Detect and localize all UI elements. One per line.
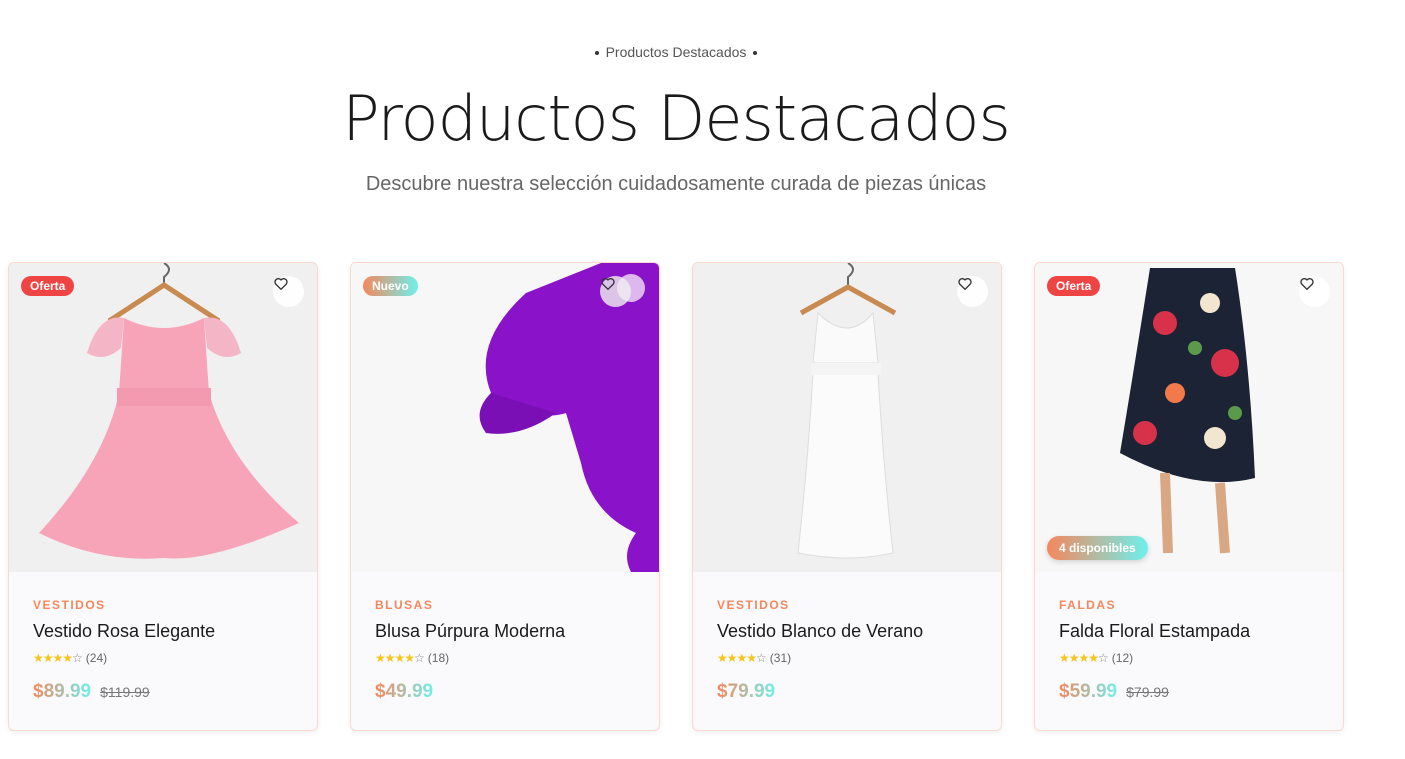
- heart-icon: [958, 278, 972, 290]
- section-eyebrow: Productos Destacados: [0, 44, 1352, 60]
- page-subtitle: Descubre nuestra selección cuidadosament…: [365, 173, 987, 195]
- product-name[interactable]: Vestido Blanco de Verano: [717, 621, 977, 642]
- wishlist-button[interactable]: [273, 276, 304, 307]
- product-category: FALDAS: [1059, 598, 1116, 612]
- product-price: $59.99: [1059, 681, 1118, 702]
- heart-icon: [601, 278, 615, 290]
- wishlist-button[interactable]: [957, 276, 988, 307]
- product-rating: ★★★★☆ (18): [375, 651, 450, 665]
- product-card[interactable]: Oferta VESTIDOS Vestido Rosa Elegante ★★…: [8, 262, 318, 731]
- product-category: VESTIDOS: [33, 598, 106, 612]
- new-badge: Nuevo: [363, 276, 418, 296]
- bullet-icon: [594, 51, 599, 56]
- product-category: VESTIDOS: [717, 598, 790, 612]
- heart-icon: [1300, 278, 1314, 290]
- page-title: Productos Destacados: [342, 82, 1011, 155]
- product-price: $49.99: [375, 681, 434, 702]
- star-rating-icon: ★★★★☆: [1059, 651, 1109, 665]
- product-price: $79.99: [717, 681, 776, 702]
- product-card[interactable]: VESTIDOS Vestido Blanco de Verano ★★★★☆(…: [692, 262, 1002, 731]
- product-image-purple-blouse[interactable]: Nuevo: [351, 263, 659, 572]
- product-rating: ★★★★☆ (24): [33, 651, 108, 665]
- product-price: $89.99: [33, 681, 92, 702]
- product-rating: ★★★★☆ (31): [717, 651, 792, 665]
- star-rating-icon: ★★★★☆: [33, 651, 83, 665]
- product-rating: ★★★★☆ (12): [1059, 651, 1134, 665]
- product-card[interactable]: Oferta 4 disponibles FALDAS Falda Floral…: [1034, 262, 1344, 731]
- product-name[interactable]: Vestido Rosa Elegante: [33, 621, 293, 642]
- product-image-floral-skirt[interactable]: Oferta 4 disponibles: [1035, 263, 1343, 572]
- product-image-pink-dress[interactable]: Oferta: [9, 263, 317, 572]
- original-price: $119.99: [100, 684, 150, 700]
- product-name[interactable]: Falda Floral Estampada: [1059, 621, 1319, 642]
- product-image-white-dress[interactable]: [693, 263, 1001, 572]
- product-name[interactable]: Blusa Púrpura Moderna: [375, 621, 635, 642]
- product-grid: Oferta VESTIDOS Vestido Rosa Elegante ★★…: [8, 262, 1344, 731]
- product-category: BLUSAS: [375, 598, 434, 612]
- stock-badge: 4 disponibles: [1047, 536, 1148, 560]
- product-card[interactable]: Nuevo BLUSAS Blusa Púrpura Moderna ★★★★☆…: [350, 262, 660, 731]
- heart-icon: [274, 278, 288, 290]
- wishlist-button[interactable]: [1299, 276, 1330, 307]
- sale-badge: Oferta: [21, 276, 75, 296]
- star-rating-icon: ★★★★☆: [375, 651, 425, 665]
- star-rating-icon: ★★★★☆: [717, 651, 767, 665]
- bullet-icon: [753, 51, 758, 56]
- sale-badge: Oferta: [1047, 276, 1101, 296]
- wishlist-button[interactable]: [600, 276, 631, 307]
- original-price: $79.99: [1126, 684, 1169, 700]
